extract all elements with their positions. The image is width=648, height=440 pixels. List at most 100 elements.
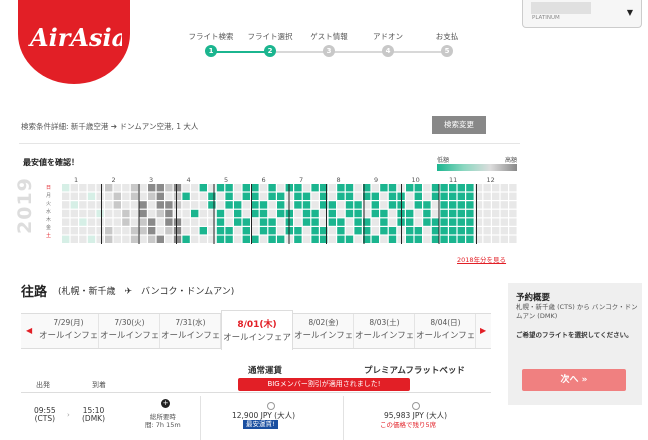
calendar-day-cell[interactable] xyxy=(302,209,311,218)
calendar-day-cell[interactable] xyxy=(105,209,113,218)
calendar-day-cell[interactable] xyxy=(492,184,500,192)
calendar-day-cell[interactable] xyxy=(406,201,414,209)
calendar-day-cell[interactable] xyxy=(199,227,207,235)
calendar-day-cell[interactable] xyxy=(122,184,130,192)
calendar-day-cell[interactable] xyxy=(79,218,87,226)
calendar-day-cell[interactable] xyxy=(148,227,156,235)
calendar-day-cell[interactable] xyxy=(500,184,508,192)
calendar-day-cell[interactable] xyxy=(234,192,242,200)
calendar-day-cell[interactable] xyxy=(474,235,483,243)
calendar-day-cell[interactable] xyxy=(492,192,500,200)
calendar-day-cell[interactable] xyxy=(414,192,422,200)
calendar-day-cell[interactable] xyxy=(225,184,233,192)
calendar-day-cell[interactable] xyxy=(423,235,431,243)
calendar-day-cell[interactable] xyxy=(173,235,182,243)
calendar-day-cell[interactable] xyxy=(345,235,354,243)
calendar-day-cell[interactable] xyxy=(277,201,285,209)
calendar-day-cell[interactable] xyxy=(294,201,302,209)
calendar-day-cell[interactable] xyxy=(113,235,121,243)
calendar-day-cell[interactable] xyxy=(259,227,268,235)
standard-fare-radio[interactable] xyxy=(267,402,275,410)
calendar-day-cell[interactable] xyxy=(294,218,302,226)
calendar-day-cell[interactable] xyxy=(337,227,345,235)
calendar-day-cell[interactable] xyxy=(70,192,78,200)
calendar-day-cell[interactable] xyxy=(388,235,397,243)
calendar-day-cell[interactable] xyxy=(380,218,388,226)
calendar-day-cell[interactable] xyxy=(199,235,207,243)
calendar-day-cell[interactable] xyxy=(311,201,319,209)
calendar-day-cell[interactable] xyxy=(191,184,199,192)
calendar-day-cell[interactable] xyxy=(294,192,302,200)
calendar-day-cell[interactable] xyxy=(509,192,517,200)
calendar-day-cell[interactable] xyxy=(216,192,225,200)
calendar-day-cell[interactable] xyxy=(440,218,448,226)
calendar-day-cell[interactable] xyxy=(354,209,362,218)
calendar-day-cell[interactable] xyxy=(457,192,465,200)
calendar-day-cell[interactable] xyxy=(483,218,491,226)
calendar-day-cell[interactable] xyxy=(87,227,96,235)
calendar-day-cell[interactable] xyxy=(457,201,465,209)
calendar-day-cell[interactable] xyxy=(259,235,268,243)
calendar-day-cell[interactable] xyxy=(509,209,517,218)
calendar-day-cell[interactable] xyxy=(328,192,336,200)
calendar-day-cell[interactable] xyxy=(406,192,414,200)
calendar-day-cell[interactable] xyxy=(165,192,173,200)
calendar-day-cell[interactable] xyxy=(466,227,474,235)
calendar-day-cell[interactable] xyxy=(509,235,517,243)
calendar-day-cell[interactable] xyxy=(139,184,147,192)
calendar-day-cell[interactable] xyxy=(457,218,465,226)
calendar-day-cell[interactable] xyxy=(62,184,70,192)
calendar-day-cell[interactable] xyxy=(130,227,139,235)
calendar-day-cell[interactable] xyxy=(388,192,397,200)
calendar-day-cell[interactable] xyxy=(259,218,268,226)
calendar-day-cell[interactable] xyxy=(182,201,190,209)
calendar-day-cell[interactable] xyxy=(199,209,207,218)
calendar-day-cell[interactable] xyxy=(328,227,336,235)
calendar-day-cell[interactable] xyxy=(406,184,414,192)
calendar-day-cell[interactable] xyxy=(156,192,164,200)
calendar-day-cell[interactable] xyxy=(173,209,182,218)
calendar-day-cell[interactable] xyxy=(130,184,139,192)
calendar-day-cell[interactable] xyxy=(483,235,491,243)
calendar-day-cell[interactable] xyxy=(414,235,422,243)
calendar-day-cell[interactable] xyxy=(96,227,104,235)
calendar-day-cell[interactable] xyxy=(148,192,156,200)
calendar-day-cell[interactable] xyxy=(388,218,397,226)
calendar-day-cell[interactable] xyxy=(79,209,87,218)
calendar-day-cell[interactable] xyxy=(79,201,87,209)
calendar-day-cell[interactable] xyxy=(122,227,130,235)
calendar-day-cell[interactable] xyxy=(242,201,250,209)
calendar-day-cell[interactable] xyxy=(414,227,422,235)
calendar-day-cell[interactable] xyxy=(380,192,388,200)
calendar-day-cell[interactable] xyxy=(440,209,448,218)
calendar-day-cell[interactable] xyxy=(302,201,311,209)
calendar-day-cell[interactable] xyxy=(302,184,311,192)
calendar-day-cell[interactable] xyxy=(474,218,483,226)
step-search[interactable]: フライト検索 1 xyxy=(182,31,240,57)
change-search-button[interactable]: 検索変更 xyxy=(432,116,486,134)
calendar-day-cell[interactable] xyxy=(199,184,207,192)
calendar-day-cell[interactable] xyxy=(225,192,233,200)
calendar-day-cell[interactable] xyxy=(259,184,268,192)
calendar-day-cell[interactable] xyxy=(251,227,259,235)
calendar-day-cell[interactable] xyxy=(337,201,345,209)
calendar-day-cell[interactable] xyxy=(216,227,225,235)
calendar-day-cell[interactable] xyxy=(139,201,147,209)
calendar-day-cell[interactable] xyxy=(406,227,414,235)
calendar-day-cell[interactable] xyxy=(423,218,431,226)
calendar-day-cell[interactable] xyxy=(234,184,242,192)
calendar-day-cell[interactable] xyxy=(449,209,457,218)
calendar-day-cell[interactable] xyxy=(165,227,173,235)
calendar-day-cell[interactable] xyxy=(449,227,457,235)
calendar-day-cell[interactable] xyxy=(380,235,388,243)
calendar-day-cell[interactable] xyxy=(474,184,483,192)
calendar-day-cell[interactable] xyxy=(216,209,225,218)
calendar-day-cell[interactable] xyxy=(182,235,190,243)
tab-date[interactable]: 8/04(日) オールインフェア xyxy=(416,314,476,348)
calendar-day-cell[interactable] xyxy=(173,184,182,192)
calendar-day-cell[interactable] xyxy=(251,209,259,218)
calendar-day-cell[interactable] xyxy=(474,227,483,235)
calendar-day-cell[interactable] xyxy=(225,227,233,235)
calendar-day-cell[interactable] xyxy=(242,235,250,243)
calendar-day-cell[interactable] xyxy=(165,201,173,209)
